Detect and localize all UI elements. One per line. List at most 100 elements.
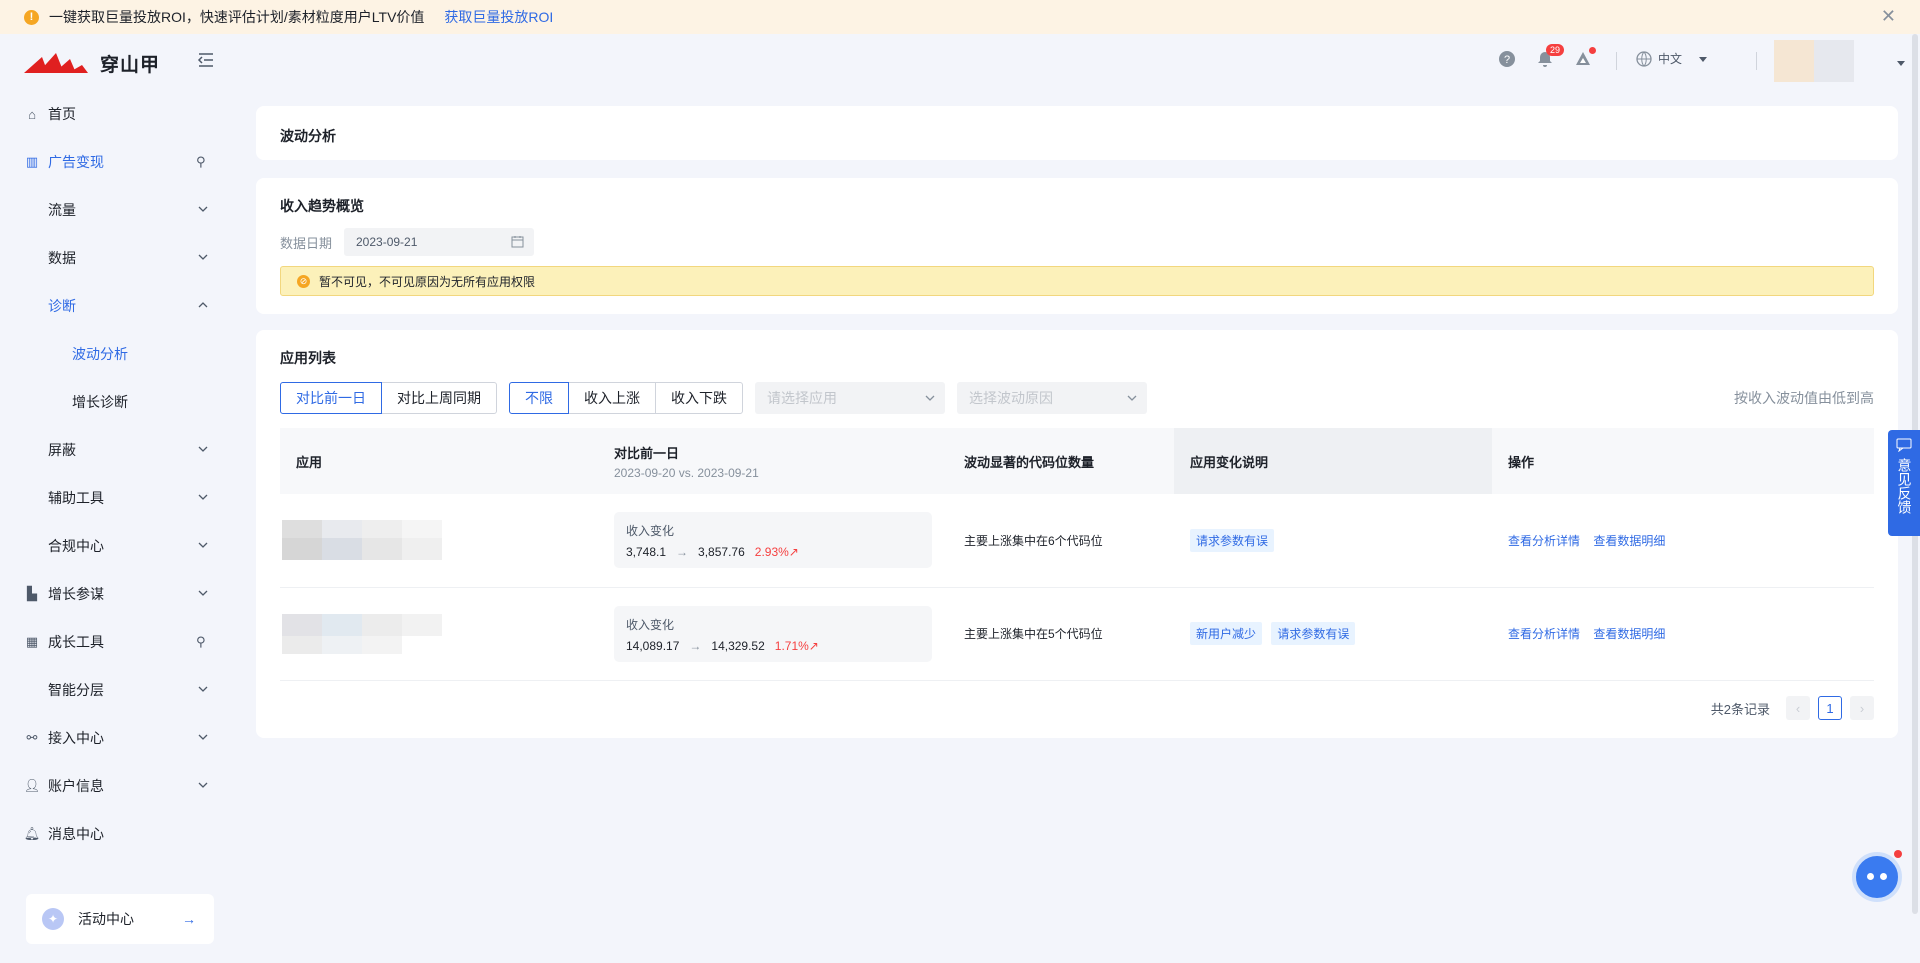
help-icon[interactable]: ? [1498, 50, 1516, 68]
app-cell [280, 494, 598, 588]
arrow-right-icon: → [676, 545, 689, 560]
app-table: 应用 对比前一日 2023-09-20 vs. 2023-09-21 波动显著的… [280, 428, 1874, 681]
activity-center-button[interactable]: ✦ 活动中心 → [26, 894, 214, 944]
pin-icon[interactable]: ⚲ [196, 634, 210, 649]
sidebar-item-compliance[interactable]: 合规中心 [0, 522, 232, 570]
sidebar-item-smart-layer[interactable]: 智能分层 [0, 666, 232, 714]
prev-page-button[interactable]: ‹ [1786, 696, 1810, 720]
select-app[interactable]: 请选择应用 [755, 382, 945, 414]
sidebar-item-messages[interactable]: 🔔︎ 消息中心 [0, 810, 232, 858]
revenue-from: 14,089.17 [626, 638, 680, 653]
chevron-down-icon [198, 254, 208, 260]
next-page-button[interactable]: › [1850, 696, 1874, 720]
page-number[interactable]: 1 [1818, 696, 1842, 720]
alert-dot [1589, 47, 1596, 54]
sidebar-item-integration[interactable]: ⚯ 接入中心 [0, 714, 232, 762]
avatar[interactable] [1774, 40, 1884, 82]
sidebar-item-diagnosis[interactable]: 诊断 [0, 282, 232, 330]
col-ops: 操作 [1492, 428, 1874, 494]
pagination: 共2条记录 ‹ 1 › [1711, 696, 1874, 720]
ops-cell: 查看分析详情 查看数据明细 [1492, 587, 1874, 681]
growth-icon: ▙ [27, 586, 37, 601]
sidebar-item-traffic[interactable]: 流量 [0, 186, 232, 234]
compare-segment: 对比前一日 对比上周同期 [280, 382, 497, 414]
date-picker[interactable]: 2023-09-21 [344, 228, 534, 256]
col-desc: 应用变化说明 [1174, 428, 1492, 494]
language-selector[interactable]: 中文 [1636, 50, 1708, 67]
col-compare-title: 对比前一日 [614, 445, 680, 461]
sidebar-item-label: 首页 [48, 106, 76, 122]
sidebar-item-growth-advisor[interactable]: ▙ 增长参谋 [0, 570, 232, 618]
assistant-robot-icon[interactable] [1852, 850, 1902, 902]
sidebar-item-label: 辅助工具 [48, 490, 104, 506]
banner-link[interactable]: 获取巨量投放ROI [444, 7, 553, 27]
count-cell: 主要上涨集中在5个代码位 [948, 587, 1174, 681]
sidebar-item-home[interactable]: ⌂ 首页 [0, 90, 232, 138]
caret-down-icon[interactable] [1896, 58, 1906, 68]
tab-compare-prev-day[interactable]: 对比前一日 [280, 382, 382, 414]
table-header-row: 应用 对比前一日 2023-09-20 vs. 2023-09-21 波动显著的… [280, 428, 1874, 494]
app-switch-button[interactable] [1574, 47, 1596, 68]
sidebar-item-label: 成长工具 [48, 634, 104, 650]
grid-icon: ▦ [25, 634, 39, 649]
tab-filter-decrease[interactable]: 收入下跌 [655, 382, 743, 414]
table-row: 收入变化 14,089.17 → 14,329.52 1.71%↗ 主要上涨集中… [280, 587, 1874, 681]
app-list-title: 应用列表 [280, 350, 336, 366]
notification-button[interactable]: 29 [1536, 44, 1565, 68]
revenue-change-box: 收入变化 3,748.1 → 3,857.76 2.93%↗ [614, 512, 932, 569]
arrow-right-icon: → [182, 911, 196, 927]
revenue-change-box: 收入变化 14,089.17 → 14,329.52 1.71%↗ [614, 605, 932, 662]
sidebar-item-label: 增长诊断 [72, 394, 128, 410]
revenue-values: 14,089.17 → 14,329.52 1.71%↗ [626, 639, 920, 653]
chevron-up-icon [198, 302, 208, 308]
sidebar-item-data[interactable]: 数据 [0, 234, 232, 282]
collapse-menu-icon[interactable] [196, 50, 216, 70]
logo[interactable]: 穿山甲 [24, 50, 160, 77]
sidebar-item-growth-tools[interactable]: ▦ 成长工具 ⚲ [0, 618, 232, 666]
sidebar-item-label: 消息中心 [48, 826, 104, 842]
pin-icon[interactable]: ⚲ [196, 154, 210, 169]
sidebar-item-label: 波动分析 [72, 346, 128, 362]
sidebar-item-account[interactable]: 👤︎ 账户信息 [0, 762, 232, 810]
close-icon[interactable]: ✕ [1881, 6, 1896, 27]
view-analysis-link[interactable]: 查看分析详情 [1508, 534, 1580, 548]
chevron-down-icon [198, 494, 208, 500]
table-row: 收入变化 3,748.1 → 3,857.76 2.93%↗ 主要上涨集中在6个… [280, 494, 1874, 588]
sidebar-item-tools[interactable]: 辅助工具 [0, 474, 232, 522]
sidebar-item-growth-diagnosis[interactable]: 增长诊断 [0, 378, 232, 426]
chevron-down-icon [198, 446, 208, 452]
tab-compare-last-week[interactable]: 对比上周同期 [381, 382, 497, 414]
sidebar-item-label: 广告变现 [48, 154, 104, 170]
revenue-label: 收入变化 [626, 524, 675, 539]
divider [1616, 52, 1617, 70]
col-compare-range: 2023-09-20 vs. 2023-09-21 [614, 465, 759, 480]
chevron-down-icon [198, 686, 208, 692]
view-data-link[interactable]: 查看数据明细 [1593, 534, 1665, 548]
notification-badge: 29 [1546, 44, 1565, 56]
sidebar-nav: ⌂ 首页 ▥ 广告变现 ⚲ 流量 数据 诊断 波动分析 增长诊断 屏蔽 辅助工具… [0, 90, 232, 858]
calendar-icon [511, 236, 524, 248]
overview-title: 收入趋势概览 [280, 198, 364, 214]
filter-toolbar: 对比前一日 对比上周同期 不限 收入上涨 收入下跌 请选择应用 选择波动原因 按… [280, 382, 1874, 414]
view-data-link[interactable]: 查看数据明细 [1593, 627, 1665, 641]
chevron-down-icon [198, 782, 208, 788]
divider [1756, 52, 1757, 70]
feedback-button[interactable]: 意见反馈 [1888, 430, 1920, 536]
select-reason[interactable]: 选择波动原因 [957, 382, 1147, 414]
permission-notice: ⊘ 暂不可见，不可见原因为无所有应用权限 [280, 266, 1874, 296]
tab-filter-increase[interactable]: 收入上涨 [568, 382, 656, 414]
revenue-from: 3,748.1 [626, 545, 667, 560]
home-icon: ⌂ [28, 106, 36, 122]
sort-toggle[interactable]: 按收入波动值由低到高 [1734, 388, 1874, 408]
chevron-down-icon [198, 734, 208, 740]
count-cell: 主要上涨集中在6个代码位 [948, 494, 1174, 588]
revenue-pct: 1.71%↗ [774, 638, 819, 653]
sidebar-item-label: 诊断 [48, 298, 76, 314]
desc-cell: 请求参数有误 [1174, 494, 1492, 588]
sidebar-item-ad-monetization[interactable]: ▥ 广告变现 ⚲ [0, 138, 232, 186]
view-analysis-link[interactable]: 查看分析详情 [1508, 627, 1580, 641]
tab-filter-all[interactable]: 不限 [509, 382, 569, 414]
sidebar-item-block[interactable]: 屏蔽 [0, 426, 232, 474]
ops-cell: 查看分析详情 查看数据明细 [1492, 494, 1874, 588]
sidebar-item-fluctuation[interactable]: 波动分析 [0, 330, 232, 378]
